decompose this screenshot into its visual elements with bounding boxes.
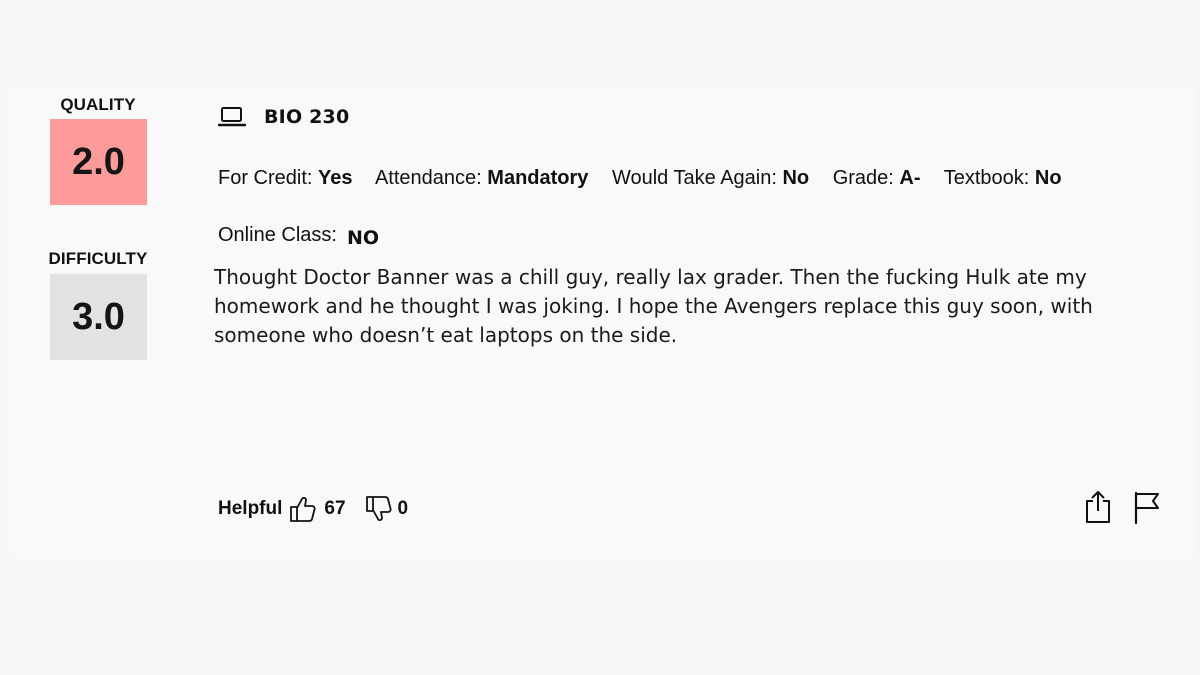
online-class-row: Online Class: NO (218, 224, 379, 249)
flag-icon[interactable] (1132, 489, 1162, 525)
online-class-value: NO (346, 227, 379, 249)
laptop-icon (218, 106, 246, 128)
course-name[interactable]: BIO 230 (264, 106, 349, 128)
share-icon[interactable] (1084, 489, 1112, 525)
take-again-value: No (782, 167, 810, 189)
helpful-label: Helpful (218, 498, 283, 519)
review-meta: For Credit: Yes Attendance: Mandatory Wo… (218, 167, 1080, 190)
online-class-label: Online Class: (218, 224, 337, 246)
textbook-label: Textbook: (943, 167, 1030, 189)
attendance-label: Attendance: (374, 167, 482, 189)
review-actions (1084, 489, 1162, 525)
review-comment: Thought Doctor Banner was a chill guy, r… (214, 265, 1093, 347)
thumbs-down-icon[interactable] (364, 494, 394, 524)
thumbs-up-count: 67 (324, 498, 346, 519)
thumbs-down-count: 0 (397, 498, 409, 519)
grade-value: A- (899, 167, 921, 189)
quality-label: QUALITY (60, 95, 136, 114)
difficulty-score: 3.0 (50, 274, 147, 360)
grade-label: Grade: (832, 167, 894, 189)
difficulty-label: DIFFICULTY (48, 249, 148, 268)
for-credit-value: Yes (318, 167, 353, 189)
course-header: BIO 230 (218, 106, 349, 128)
for-credit-label: For Credit: (218, 167, 313, 189)
quality-score: 2.0 (50, 119, 147, 205)
thumbs-up-icon[interactable] (288, 494, 318, 524)
helpful-bar: Helpful 67 0 (218, 494, 426, 524)
textbook-value: No (1034, 167, 1062, 189)
take-again-label: Would Take Again: (611, 167, 777, 189)
attendance-value: Mandatory (487, 167, 589, 189)
